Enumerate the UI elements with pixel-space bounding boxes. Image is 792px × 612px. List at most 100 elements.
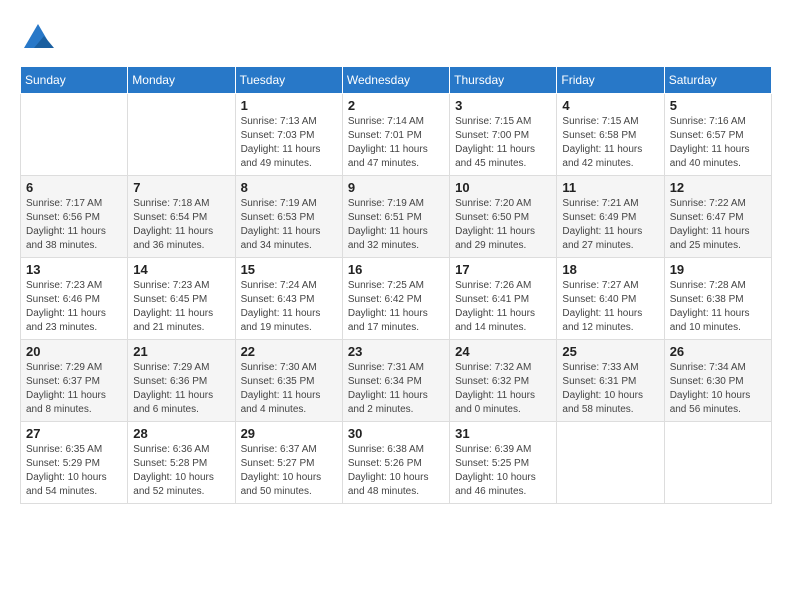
- logo: [20, 20, 62, 56]
- calendar-cell: 31 Sunrise: 6:39 AM Sunset: 5:25 PM Dayli…: [450, 422, 557, 504]
- calendar-cell: 13Sunrise: 7:23 AM Sunset: 6:46 PM Dayli…: [21, 258, 128, 340]
- calendar-cell: 1 Sunrise: 7:13 AM Sunset: 7:03 PM Daylig…: [235, 94, 342, 176]
- day-number: 4: [562, 98, 658, 113]
- calendar-cell: 4Sunrise: 7:15 AM Sunset: 6:58 PM Daylig…: [557, 94, 664, 176]
- day-info: Sunrise: 6:37 AM Sunset: 5:27 PM Dayligh…: [241, 443, 337, 499]
- calendar-cell: 18Sunrise: 7:27 AM Sunset: 6:40 PM Dayli…: [557, 258, 664, 340]
- calendar-week-row: 20 Sunrise: 7:29 AM Sunset: 6:37 PM Dayli…: [21, 340, 772, 422]
- day-number: 11: [562, 180, 658, 195]
- calendar-cell: 6 Sunrise: 7:17 AM Sunset: 6:56 PM Daylig…: [21, 176, 128, 258]
- day-number: 1: [241, 98, 337, 113]
- calendar-cell: [664, 422, 771, 504]
- calendar-cell: [557, 422, 664, 504]
- day-number: 8: [241, 180, 337, 195]
- day-number: 17: [455, 262, 551, 277]
- calendar-cell: 17 Sunrise: 7:26 AM Sunset: 6:41 PM Dayli…: [450, 258, 557, 340]
- calendar-cell: 14Sunrise: 7:23 AM Sunset: 6:45 PM Dayli…: [128, 258, 235, 340]
- calendar-cell: 12 Sunrise: 7:22 AM Sunset: 6:47 PM Dayli…: [664, 176, 771, 258]
- calendar-cell: [128, 94, 235, 176]
- day-info: Sunrise: 7:26 AM Sunset: 6:41 PM Dayligh…: [455, 279, 551, 335]
- day-info: Sunrise: 7:16 AM Sunset: 6:57 PM Dayligh…: [670, 115, 766, 171]
- day-number: 7: [133, 180, 229, 195]
- calendar-cell: [21, 94, 128, 176]
- day-info: Sunrise: 7:19 AM Sunset: 6:53 PM Dayligh…: [241, 197, 337, 253]
- calendar-cell: 7Sunrise: 7:18 AM Sunset: 6:54 PM Daylig…: [128, 176, 235, 258]
- weekday-header: Friday: [557, 67, 664, 94]
- day-info: Sunrise: 6:38 AM Sunset: 5:26 PM Dayligh…: [348, 443, 444, 499]
- calendar-cell: 28Sunrise: 6:36 AM Sunset: 5:28 PM Dayli…: [128, 422, 235, 504]
- calendar-week-row: 1 Sunrise: 7:13 AM Sunset: 7:03 PM Daylig…: [21, 94, 772, 176]
- calendar-cell: 19Sunrise: 7:28 AM Sunset: 6:38 PM Dayli…: [664, 258, 771, 340]
- day-number: 14: [133, 262, 229, 277]
- day-info: Sunrise: 6:36 AM Sunset: 5:28 PM Dayligh…: [133, 443, 229, 499]
- weekday-header: Tuesday: [235, 67, 342, 94]
- day-info: Sunrise: 7:25 AM Sunset: 6:42 PM Dayligh…: [348, 279, 444, 335]
- day-number: 27: [26, 426, 122, 441]
- day-number: 23: [348, 344, 444, 359]
- day-info: Sunrise: 7:19 AM Sunset: 6:51 PM Dayligh…: [348, 197, 444, 253]
- day-number: 12: [670, 180, 766, 195]
- calendar-cell: 9 Sunrise: 7:19 AM Sunset: 6:51 PM Daylig…: [342, 176, 449, 258]
- calendar-cell: 22 Sunrise: 7:30 AM Sunset: 6:35 PM Dayli…: [235, 340, 342, 422]
- weekday-header: Thursday: [450, 67, 557, 94]
- day-number: 16: [348, 262, 444, 277]
- day-info: Sunrise: 7:31 AM Sunset: 6:34 PM Dayligh…: [348, 361, 444, 417]
- day-info: Sunrise: 7:14 AM Sunset: 7:01 PM Dayligh…: [348, 115, 444, 171]
- day-number: 2: [348, 98, 444, 113]
- calendar-cell: 24 Sunrise: 7:32 AM Sunset: 6:32 PM Dayli…: [450, 340, 557, 422]
- day-number: 26: [670, 344, 766, 359]
- calendar-cell: 25 Sunrise: 7:33 AM Sunset: 6:31 PM Dayli…: [557, 340, 664, 422]
- calendar-week-row: 6 Sunrise: 7:17 AM Sunset: 6:56 PM Daylig…: [21, 176, 772, 258]
- calendar-cell: 20 Sunrise: 7:29 AM Sunset: 6:37 PM Dayli…: [21, 340, 128, 422]
- day-number: 3: [455, 98, 551, 113]
- calendar-cell: 10 Sunrise: 7:20 AM Sunset: 6:50 PM Dayli…: [450, 176, 557, 258]
- calendar-table: SundayMondayTuesdayWednesdayThursdayFrid…: [20, 66, 772, 504]
- calendar-cell: 26 Sunrise: 7:34 AM Sunset: 6:30 PM Dayli…: [664, 340, 771, 422]
- day-number: 13: [26, 262, 122, 277]
- day-info: Sunrise: 7:22 AM Sunset: 6:47 PM Dayligh…: [670, 197, 766, 253]
- day-number: 10: [455, 180, 551, 195]
- day-info: Sunrise: 7:29 AM Sunset: 6:37 PM Dayligh…: [26, 361, 122, 417]
- day-number: 15: [241, 262, 337, 277]
- day-number: 18: [562, 262, 658, 277]
- day-number: 5: [670, 98, 766, 113]
- day-number: 6: [26, 180, 122, 195]
- calendar-cell: 3 Sunrise: 7:15 AM Sunset: 7:00 PM Daylig…: [450, 94, 557, 176]
- day-info: Sunrise: 6:39 AM Sunset: 5:25 PM Dayligh…: [455, 443, 551, 499]
- day-info: Sunrise: 7:34 AM Sunset: 6:30 PM Dayligh…: [670, 361, 766, 417]
- day-info: Sunrise: 7:33 AM Sunset: 6:31 PM Dayligh…: [562, 361, 658, 417]
- day-number: 22: [241, 344, 337, 359]
- day-info: Sunrise: 7:15 AM Sunset: 7:00 PM Dayligh…: [455, 115, 551, 171]
- day-number: 19: [670, 262, 766, 277]
- day-info: Sunrise: 7:13 AM Sunset: 7:03 PM Dayligh…: [241, 115, 337, 171]
- weekday-header: Sunday: [21, 67, 128, 94]
- day-info: Sunrise: 7:29 AM Sunset: 6:36 PM Dayligh…: [133, 361, 229, 417]
- weekday-header: Saturday: [664, 67, 771, 94]
- day-number: 21: [133, 344, 229, 359]
- calendar-cell: 8 Sunrise: 7:19 AM Sunset: 6:53 PM Daylig…: [235, 176, 342, 258]
- day-info: Sunrise: 7:30 AM Sunset: 6:35 PM Dayligh…: [241, 361, 337, 417]
- day-number: 29: [241, 426, 337, 441]
- calendar-cell: 5 Sunrise: 7:16 AM Sunset: 6:57 PM Daylig…: [664, 94, 771, 176]
- day-info: Sunrise: 7:32 AM Sunset: 6:32 PM Dayligh…: [455, 361, 551, 417]
- day-info: Sunrise: 7:24 AM Sunset: 6:43 PM Dayligh…: [241, 279, 337, 335]
- calendar-cell: 29 Sunrise: 6:37 AM Sunset: 5:27 PM Dayli…: [235, 422, 342, 504]
- day-info: Sunrise: 7:20 AM Sunset: 6:50 PM Dayligh…: [455, 197, 551, 253]
- day-number: 24: [455, 344, 551, 359]
- day-number: 9: [348, 180, 444, 195]
- calendar-cell: 15 Sunrise: 7:24 AM Sunset: 6:43 PM Dayli…: [235, 258, 342, 340]
- calendar-cell: 23 Sunrise: 7:31 AM Sunset: 6:34 PM Dayli…: [342, 340, 449, 422]
- day-info: Sunrise: 6:35 AM Sunset: 5:29 PM Dayligh…: [26, 443, 122, 499]
- calendar-cell: 2 Sunrise: 7:14 AM Sunset: 7:01 PM Daylig…: [342, 94, 449, 176]
- day-number: 31: [455, 426, 551, 441]
- day-info: Sunrise: 7:21 AM Sunset: 6:49 PM Dayligh…: [562, 197, 658, 253]
- calendar-cell: 11 Sunrise: 7:21 AM Sunset: 6:49 PM Dayli…: [557, 176, 664, 258]
- day-info: Sunrise: 7:17 AM Sunset: 6:56 PM Dayligh…: [26, 197, 122, 253]
- logo-icon: [20, 20, 56, 56]
- page-header: [20, 20, 772, 56]
- day-number: 25: [562, 344, 658, 359]
- weekday-header-row: SundayMondayTuesdayWednesdayThursdayFrid…: [21, 67, 772, 94]
- weekday-header: Monday: [128, 67, 235, 94]
- day-number: 20: [26, 344, 122, 359]
- calendar-cell: 30Sunrise: 6:38 AM Sunset: 5:26 PM Dayli…: [342, 422, 449, 504]
